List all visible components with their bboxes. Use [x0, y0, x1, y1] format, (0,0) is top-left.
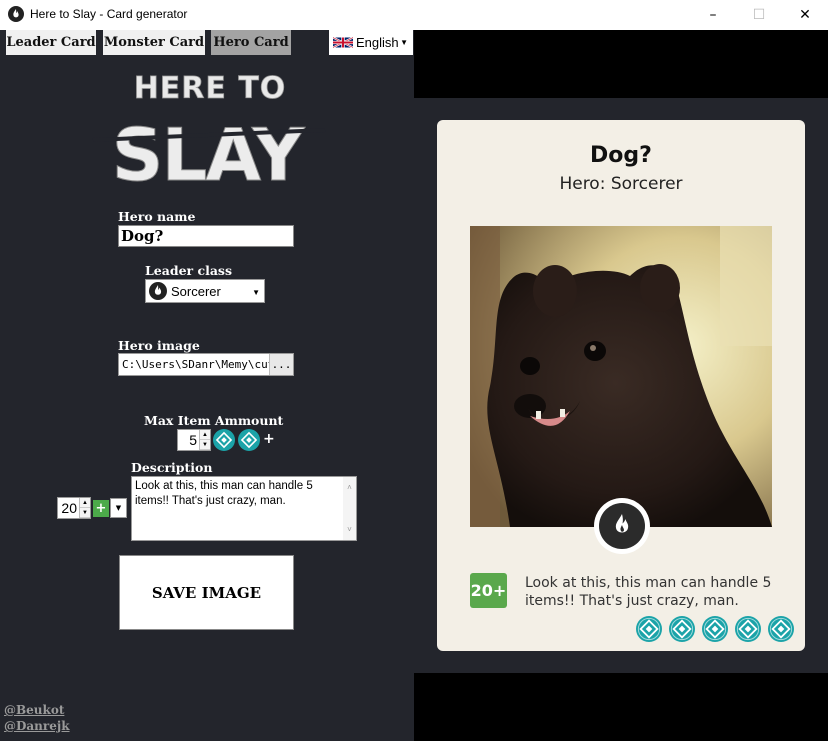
card-hero-class: Hero: Sorcerer: [559, 174, 683, 194]
card-item-slot-icon: [735, 616, 761, 642]
browse-button[interactable]: ...: [269, 354, 293, 375]
credit-link-beukot[interactable]: @Beukot: [4, 703, 64, 717]
description-textarea[interactable]: Look at this, this man can handle 5 item…: [131, 476, 357, 541]
hero-image: [470, 226, 772, 527]
credit-link-danrejk[interactable]: @Danrejk: [4, 719, 70, 733]
roll-requirement-badge: 20+: [470, 573, 507, 608]
hero-image-path-input[interactable]: C:\Users\SDanr\Memy\cute ...: [118, 353, 294, 376]
language-label: English: [356, 35, 399, 50]
leader-class-label: Leader class: [145, 263, 233, 278]
tab-hero-card[interactable]: Hero Card: [211, 30, 291, 55]
description-text: Look at this, this man can handle 5 item…: [135, 480, 313, 507]
title-bar: Here to Slay - Card generator – ☐ ✕: [0, 0, 828, 30]
language-select[interactable]: English ▼: [329, 30, 413, 55]
minimize-button[interactable]: –: [690, 0, 736, 30]
save-image-button[interactable]: SAVE IMAGE: [119, 555, 294, 630]
description-label: Description: [131, 460, 213, 475]
roll-modifier-dropdown[interactable]: ▼: [110, 498, 127, 518]
card-item-slot-icon: [636, 616, 662, 642]
card-item-slot-icon: [669, 616, 695, 642]
class-badge: [594, 498, 650, 554]
logo-line2: SLAY: [112, 113, 306, 196]
scroll-up-icon[interactable]: ˄: [347, 480, 352, 495]
card-item-slot-icon: [768, 616, 794, 642]
window-title: Here to Slay - Card generator: [30, 7, 188, 21]
item-slot-icon: [213, 429, 235, 451]
leader-class-select[interactable]: Sorcerer ▼: [145, 279, 265, 303]
tab-leader-card[interactable]: Leader Card: [6, 30, 96, 55]
chevron-down-icon: ▼: [400, 38, 408, 47]
hero-name-label: Hero name: [118, 209, 196, 224]
stepper-up-icon[interactable]: ▲: [80, 498, 90, 508]
close-button[interactable]: ✕: [782, 0, 828, 30]
hero-image-label: Hero image: [118, 338, 200, 353]
sorcerer-icon: [149, 282, 167, 300]
scrollbar[interactable]: ˄ ˅: [343, 477, 356, 540]
logo-line1: HERE TO: [134, 71, 287, 106]
here-to-slay-logo: HERE TO SLAY: [92, 71, 326, 196]
max-item-stepper[interactable]: 5 ▲ ▼: [177, 429, 211, 451]
card-hero-name: Dog?: [590, 143, 652, 168]
card-description: Look at this, this man can handle 5 item…: [525, 575, 772, 609]
tab-monster-card[interactable]: Monster Card: [103, 30, 205, 55]
plus-icon: +: [263, 431, 275, 447]
fire-icon: [615, 514, 629, 533]
scroll-down-icon[interactable]: ˅: [347, 522, 352, 537]
roll-value: 20: [61, 500, 77, 516]
hero-name-input[interactable]: Dog?: [118, 225, 294, 247]
app-icon: [8, 6, 24, 22]
max-item-value: 5: [189, 432, 197, 448]
stepper-down-icon[interactable]: ▼: [80, 508, 90, 518]
maximize-button[interactable]: ☐: [736, 0, 782, 30]
stepper-up-icon[interactable]: ▲: [200, 430, 210, 440]
roll-modifier-plus-icon[interactable]: +: [93, 500, 109, 517]
max-item-label: Max Item Ammount: [144, 413, 284, 428]
uk-flag-icon: [333, 36, 353, 49]
leader-class-value: Sorcerer: [171, 283, 221, 299]
hero-image-path: C:\Users\SDanr\Memy\cute: [122, 358, 269, 371]
card-item-slot-icon: [702, 616, 728, 642]
stepper-down-icon[interactable]: ▼: [200, 440, 210, 450]
item-slot-icon: [238, 429, 260, 451]
roll-value-stepper[interactable]: 20 ▲ ▼: [57, 497, 91, 519]
chevron-down-icon: ▼: [252, 288, 260, 297]
